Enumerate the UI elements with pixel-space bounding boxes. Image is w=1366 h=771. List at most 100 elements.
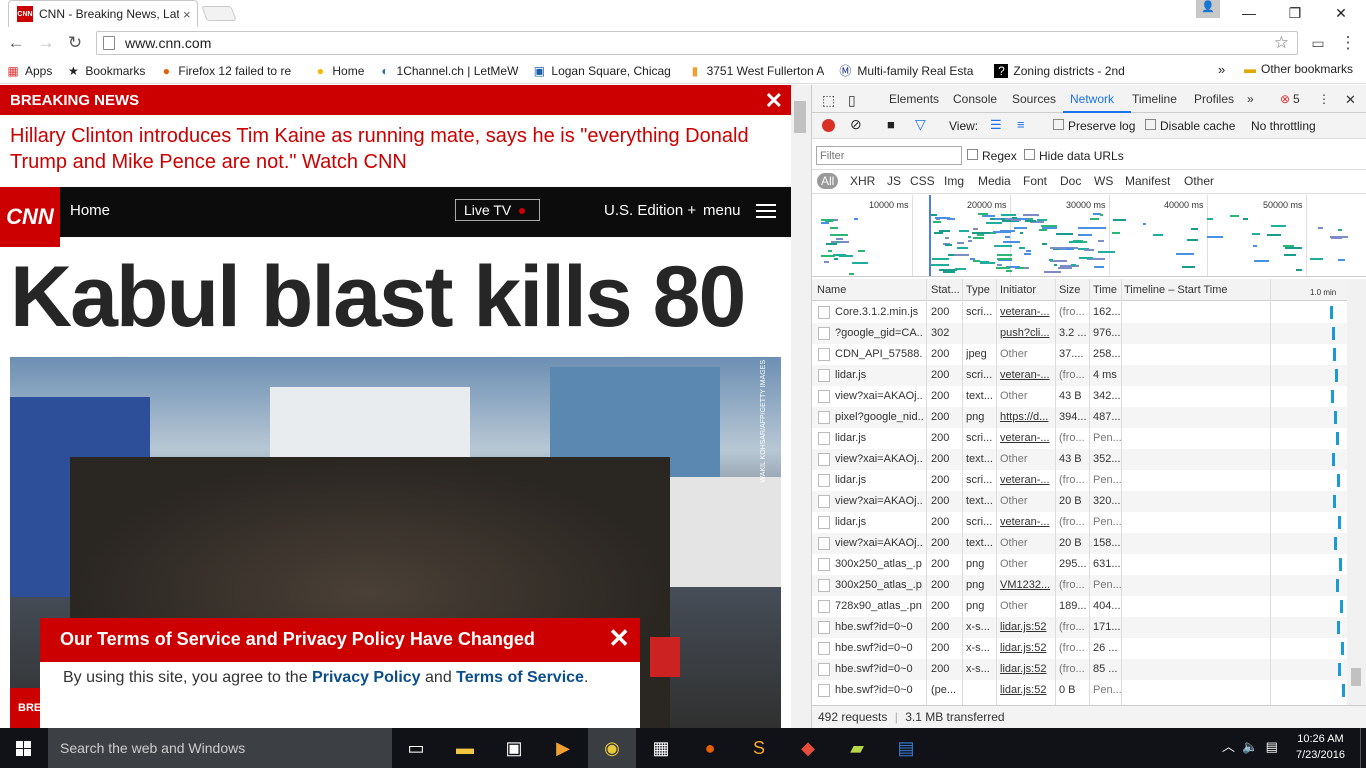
tab-elements[interactable]: Elements (889, 92, 939, 106)
col-time[interactable]: Time (1093, 284, 1117, 296)
type-xhr[interactable]: XHR (850, 174, 875, 188)
table-row[interactable]: 300x250_atlas_.p... 200 png VM1232... (fro..… (812, 575, 1357, 596)
bookmarks-overflow-icon[interactable]: » (1218, 62, 1225, 77)
bookmark-zoning[interactable]: ? Zoning districts - 2nd (994, 63, 1134, 78)
network-overview[interactable]: 10000 ms 20000 ms 30000 ms 40000 ms 5000… (812, 195, 1366, 277)
windows-start-icon[interactable] (0, 728, 48, 768)
tab-console[interactable]: Console (953, 92, 997, 106)
page-scroll-thumb[interactable] (794, 101, 806, 133)
sublime-icon[interactable]: S (735, 728, 783, 768)
table-row[interactable]: hbe.swf?id=0~0 200 x-s... lidar.js:52 (fro..… (812, 638, 1357, 659)
disable-cache-checkbox[interactable] (1145, 119, 1156, 130)
devtools-menu-icon[interactable]: ⋮ (1318, 92, 1330, 106)
calculator-icon[interactable]: ▦ (637, 728, 685, 768)
table-row[interactable]: view?xai=AKAOj... 200 text... Other 43 B 342.… (812, 386, 1357, 407)
error-count[interactable]: 5 (1293, 92, 1300, 106)
col-initiator[interactable]: Initiator (1000, 284, 1036, 296)
firefox-taskbar-icon[interactable]: ● (686, 728, 734, 768)
table-row[interactable]: lidar.js 200 scri... veteran-... (fro... Pen.… (812, 428, 1357, 449)
git-icon[interactable]: ◆ (784, 728, 832, 768)
headline[interactable]: Kabul blast kills 80 (10, 248, 746, 347)
table-row[interactable]: hbe.swf?id=0~0 (pe... lidar.js:52 0 B Pen... (812, 680, 1357, 701)
nav-home-link[interactable]: Home (70, 202, 110, 219)
filter-input[interactable] (816, 146, 962, 165)
clear-icon[interactable]: ⊘ (850, 116, 862, 133)
back-icon[interactable]: ← (4, 31, 28, 55)
more-tabs-icon[interactable]: » (1247, 92, 1254, 106)
bookmark-logan-square[interactable]: ▣ Logan Square, Chicag (532, 64, 674, 78)
close-window-icon[interactable]: ✕ (1318, 2, 1364, 24)
restore-icon[interactable]: ❐ (1272, 2, 1318, 24)
filter-icon[interactable]: ▽ (915, 116, 926, 133)
tab-sources[interactable]: Sources (1012, 92, 1056, 106)
table-row[interactable]: CDN_API_57588... 200 jpeg Other 37.... 258... (812, 344, 1357, 365)
table-row[interactable]: hbe.swf?id=0~0 200 x-s... lidar.js:52 (fro..… (812, 617, 1357, 638)
table-row[interactable]: view?xai=AKAOj... 200 text... Other 20 B 320.… (812, 491, 1357, 512)
store-icon[interactable]: ▣ (490, 728, 538, 768)
tab-timeline[interactable]: Timeline (1132, 92, 1177, 106)
bookmark-star-icon[interactable]: ☆ (1274, 33, 1289, 53)
tab-profiles[interactable]: Profiles (1194, 92, 1234, 106)
table-row[interactable]: lidar.js 200 scri... veteran-... (fro... 4 ms (812, 365, 1357, 386)
hide-data-urls-checkbox[interactable] (1024, 149, 1035, 160)
edition-selector[interactable]: U.S. Edition + (604, 202, 696, 219)
bookmark-bookmarks[interactable]: ★ Bookmarks (66, 64, 145, 78)
table-row[interactable]: pixel?google_nid... 200 png https://d... 394… (812, 407, 1357, 428)
table-row[interactable]: lidar.js 200 scri... veteran-... (fro... Pen.… (812, 470, 1357, 491)
minimize-icon[interactable]: — (1226, 2, 1272, 24)
record-icon[interactable] (822, 119, 835, 132)
chrome-menu-icon[interactable]: ⋮ (1336, 31, 1360, 55)
chrome-icon[interactable]: ◉ (588, 728, 636, 768)
tab-close-icon[interactable]: × (183, 7, 191, 22)
media-player-icon[interactable]: ▶ (539, 728, 587, 768)
requests-scrollbar[interactable] (1347, 279, 1366, 705)
reload-icon[interactable]: ↻ (63, 31, 87, 55)
tab-network[interactable]: Network (1070, 92, 1114, 106)
privacy-policy-link[interactable]: Privacy Policy (312, 669, 421, 686)
new-tab-button[interactable] (201, 6, 237, 21)
col-status[interactable]: Stat... (931, 284, 960, 296)
table-row[interactable]: lidar.js 200 scri... veteran-... (fro... Pen.… (812, 512, 1357, 533)
cast-icon[interactable]: ▭ (1306, 31, 1330, 55)
type-doc[interactable]: Doc (1060, 174, 1081, 188)
large-rows-icon[interactable]: ☰ (990, 117, 1002, 133)
bookmark-multifamily[interactable]: Ⓜ Multi-family Real Esta (838, 64, 980, 78)
col-type[interactable]: Type (966, 284, 990, 296)
requests-scroll-thumb[interactable] (1351, 668, 1361, 686)
notes-icon[interactable]: ▰ (833, 728, 881, 768)
type-manifest[interactable]: Manifest (1125, 174, 1170, 188)
table-row[interactable]: ?google_gid=CA... 302 push?cli... 3.2 ... 97… (812, 323, 1357, 344)
type-js[interactable]: JS (887, 174, 901, 188)
live-tv-button[interactable]: Live TV (455, 199, 540, 221)
type-media[interactable]: Media (978, 174, 1011, 188)
file-explorer-icon[interactable]: ▬ (441, 728, 489, 768)
menu-label[interactable]: menu (703, 202, 741, 219)
terms-of-service-link[interactable]: Terms of Service (456, 669, 584, 686)
table-row[interactable]: view?xai=AKAOj... 200 text... Other 43 B 352.… (812, 449, 1357, 470)
type-img[interactable]: Img (944, 174, 964, 188)
camera-icon[interactable]: ■ (887, 117, 895, 132)
device-mode-icon[interactable]: ▯ (848, 92, 856, 109)
devtools-close-icon[interactable]: ✕ (1345, 92, 1356, 108)
type-css[interactable]: CSS (910, 174, 935, 188)
overview-icon[interactable]: ≡ (1017, 117, 1025, 132)
document-icon[interactable]: ▤ (882, 728, 930, 768)
error-icon[interactable]: ⊗ (1280, 92, 1290, 106)
other-bookmarks[interactable]: ▬ Other bookmarks (1244, 62, 1353, 76)
address-bar[interactable]: www.cnn.com ☆ (96, 31, 1298, 55)
tos-close-icon[interactable]: ✕ (608, 623, 630, 654)
task-view-icon[interactable]: ▭ (392, 728, 440, 768)
throttling-select[interactable]: No throttling (1251, 119, 1316, 133)
type-other[interactable]: Other (1184, 174, 1214, 188)
bookmark-firefox[interactable]: ● Firefox 12 failed to re (159, 64, 299, 78)
system-tray[interactable]: ︿ 🔈 ▤ (1222, 736, 1278, 755)
taskbar-clock[interactable]: 10:26 AM 7/23/2016 (1296, 731, 1345, 763)
type-font[interactable]: Font (1023, 174, 1047, 188)
breaking-news-text[interactable]: Hillary Clinton introduces Tim Kaine as … (10, 123, 770, 175)
show-desktop-button[interactable] (1360, 728, 1366, 768)
bookmark-apps[interactable]: ▦ Apps (6, 64, 52, 78)
breaking-close-icon[interactable]: ✕ (765, 88, 783, 114)
taskbar-search[interactable]: Search the web and Windows (48, 728, 392, 768)
hamburger-menu-icon[interactable] (756, 204, 776, 218)
col-timeline[interactable]: Timeline – Start Time (1124, 284, 1228, 296)
